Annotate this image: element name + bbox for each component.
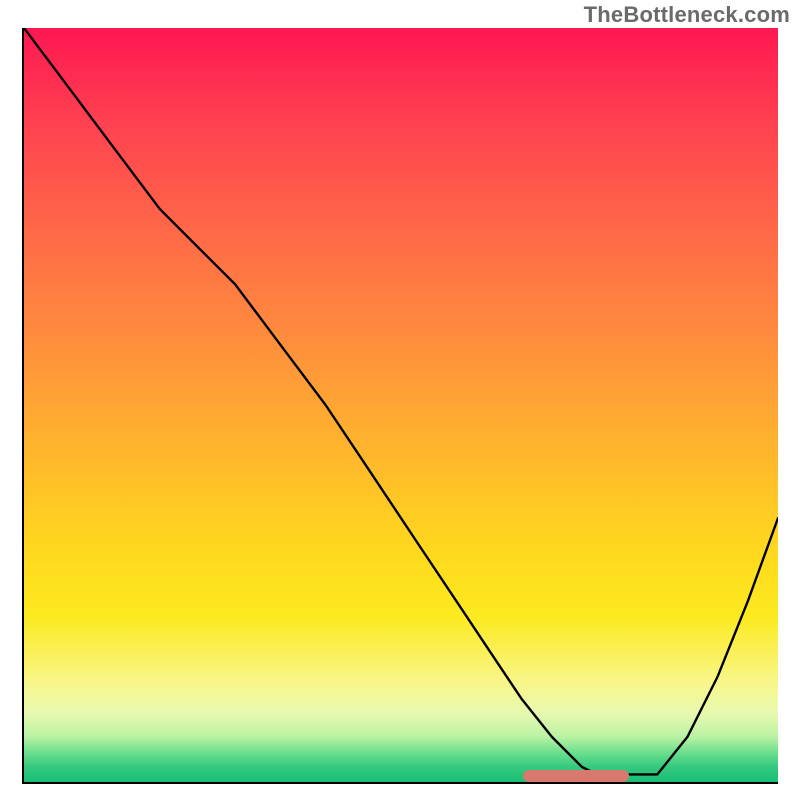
chart-container: TheBottleneck.com bbox=[0, 0, 800, 800]
curve-svg bbox=[24, 28, 778, 782]
plot-area bbox=[22, 28, 778, 784]
optimal-range-marker bbox=[523, 770, 629, 782]
watermark-text: TheBottleneck.com bbox=[584, 2, 790, 28]
bottleneck-curve-line bbox=[24, 28, 778, 774]
